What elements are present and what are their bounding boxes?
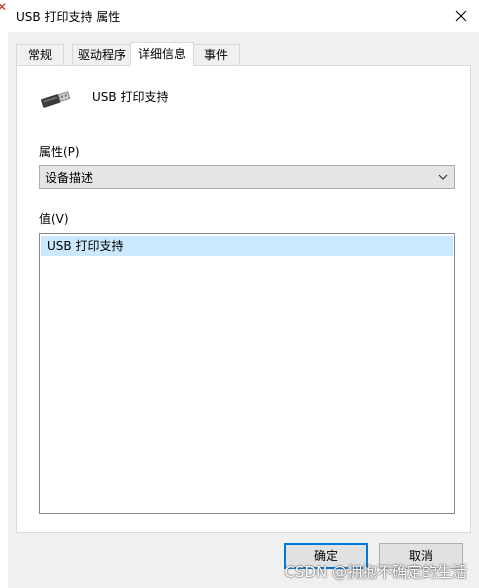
list-item[interactable]: USB 打印支持 [41,236,453,256]
properties-dialog: USB 打印支持 属性 常规 驱动程序 详细信息 事件 USB 打印支持 属性(… [8,0,479,588]
close-icon [455,10,467,22]
background-close-mark: ✕ [0,0,8,14]
close-button[interactable] [449,4,473,28]
details-panel: USB 打印支持 属性(P) 设备描述 值(V) USB 打印支持 [16,65,471,533]
value-list[interactable]: USB 打印支持 [39,233,455,514]
value-label: 值(V) [39,212,69,226]
tab-general[interactable]: 常规 [16,44,64,65]
tab-events[interactable]: 事件 [192,44,240,65]
tab-driver[interactable]: 驱动程序 [72,44,132,65]
watermark: CSDN @拥抱不确定的生活 [284,563,467,581]
chevron-down-icon [438,174,448,180]
property-label: 属性(P) [39,145,80,159]
tab-details[interactable]: 详细信息 [130,42,194,66]
title-bar: USB 打印支持 属性 [8,0,479,32]
window-title: USB 打印支持 属性 [16,10,121,24]
property-selected-value: 设备描述 [45,171,94,185]
property-dropdown[interactable]: 设备描述 [39,165,455,189]
device-name: USB 打印支持 [92,90,169,104]
usb-plug-icon [41,91,71,108]
